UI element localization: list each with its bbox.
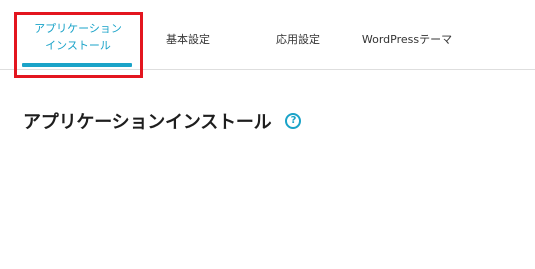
tab-basic-settings-label: 基本設定 xyxy=(166,33,210,46)
tab-app-install-label-line1: アプリケーション xyxy=(34,22,122,35)
page-title: アプリケーションインストール xyxy=(23,112,272,133)
tab-app-install-label-line2: インストール xyxy=(45,39,111,52)
tab-wordpress-theme[interactable]: WordPressテーマ xyxy=(352,0,462,70)
tab-app-settings[interactable]: 応用設定 xyxy=(258,0,338,70)
help-icon-glyph: ? xyxy=(290,115,297,126)
active-tab-indicator xyxy=(22,63,132,67)
tab-app-install[interactable]: アプリケーション インストール xyxy=(16,0,140,70)
section-heading: アプリケーションインストール ? xyxy=(23,108,302,134)
tab-basic-settings[interactable]: 基本設定 xyxy=(148,0,228,70)
page: アプリケーション インストール 基本設定 応用設定 WordPressテーマ ア… xyxy=(0,0,535,269)
tab-bar-divider xyxy=(0,69,535,70)
tab-bar: アプリケーション インストール 基本設定 応用設定 WordPressテーマ xyxy=(0,0,535,70)
help-icon[interactable]: ? xyxy=(285,113,302,129)
tab-wordpress-theme-label: WordPressテーマ xyxy=(361,33,453,46)
tab-app-settings-label: 応用設定 xyxy=(276,33,320,46)
